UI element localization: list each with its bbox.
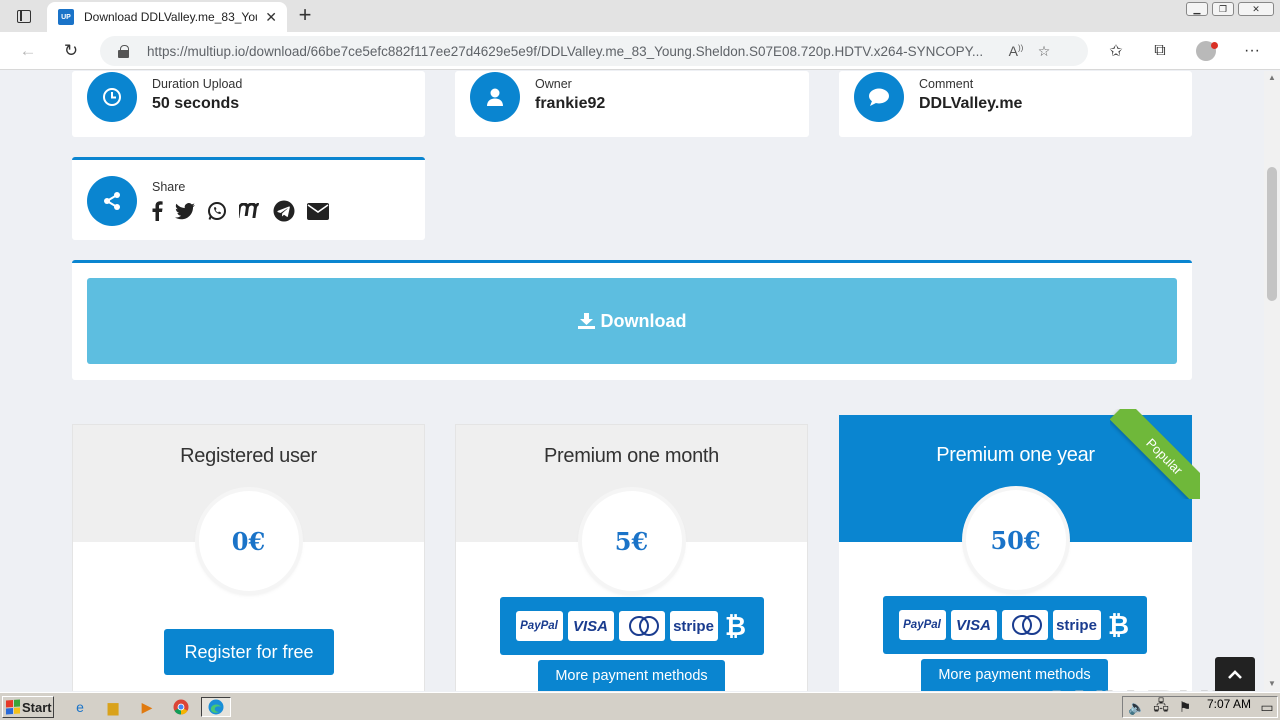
download-label: Download xyxy=(600,310,687,331)
mastercard-logo xyxy=(618,611,665,641)
popular-label: Popular xyxy=(1110,409,1200,499)
bitcoin-icon: ₿ xyxy=(724,610,747,641)
tab-title: Download DDLValley.me_83_Young.Sheldon.S… xyxy=(84,10,257,24)
comment-label: Comment xyxy=(919,77,974,91)
stripe-logo: stripe xyxy=(1052,610,1101,640)
download-card: Download xyxy=(72,260,1192,380)
chat-icon xyxy=(854,72,904,122)
volume-icon[interactable]: 🔈 xyxy=(1127,698,1147,716)
plan-price: 5€ xyxy=(581,491,682,591)
user-icon xyxy=(470,72,520,122)
paypal-logo: PayPal xyxy=(515,611,563,641)
mastercard-logo xyxy=(1001,610,1048,640)
email-icon[interactable] xyxy=(307,200,329,222)
refresh-icon[interactable]: ↻ xyxy=(58,39,84,63)
share-card: Share xyxy=(72,157,425,240)
owner-label: Owner xyxy=(535,77,572,91)
page-viewport: Duration Upload 50 seconds Owner frankie… xyxy=(0,71,1264,691)
owner-card: Owner frankie92 xyxy=(455,71,809,137)
network-icon[interactable]: 🖧 xyxy=(1151,697,1171,716)
system-tray: 🔈 🖧 ⚑ ▭ xyxy=(1122,696,1278,718)
scroll-to-top-button[interactable] xyxy=(1215,657,1255,691)
scroll-up-icon[interactable]: ▲ xyxy=(1264,71,1280,85)
download-button[interactable]: Download xyxy=(87,278,1177,364)
window-close-icon[interactable]: ✕ xyxy=(1238,2,1274,16)
page-scrollbar[interactable]: ▲ ▼ xyxy=(1264,71,1280,691)
back-icon[interactable]: ← xyxy=(15,39,41,63)
browser-nav-bar: ← ↻ https://multiup.io/download/66be7ce5… xyxy=(0,32,1280,70)
browser-tab-bar: UP Download DDLValley.me_83_Young.Sheldo… xyxy=(0,0,1280,32)
bitcoin-icon: ₿ xyxy=(1107,609,1130,640)
owner-value: frankie92 xyxy=(535,95,606,112)
twitter-icon[interactable] xyxy=(175,200,195,222)
register-button[interactable]: Register for free xyxy=(164,629,334,675)
plan-registered: Registered user 0€ Register for free xyxy=(72,424,425,691)
browser-tab[interactable]: UP Download DDLValley.me_83_Young.Sheldo… xyxy=(47,2,287,32)
start-button[interactable]: Start xyxy=(2,696,54,718)
collections-icon[interactable]: ⧉ xyxy=(1147,40,1173,62)
duration-value: 50 seconds xyxy=(152,95,240,112)
payment-button[interactable]: PayPal VISA stripe ₿ xyxy=(883,596,1147,654)
display-icon[interactable]: ▭ xyxy=(1257,698,1277,716)
profile-icon[interactable] xyxy=(1193,40,1219,62)
scroll-down-icon[interactable]: ▼ xyxy=(1264,677,1280,691)
plan-title: Premium one month xyxy=(544,445,719,467)
tab-actions-icon[interactable] xyxy=(8,6,40,26)
share-networks xyxy=(152,200,329,222)
lock-icon[interactable] xyxy=(118,44,129,58)
visa-logo: VISA xyxy=(950,610,997,640)
ie-icon[interactable]: e xyxy=(70,698,90,716)
taskbar: Start e ▆ ▶ 🔈 🖧 ⚑ ▭ 7:07 AM xyxy=(0,692,1280,720)
payment-button[interactable]: PayPal VISA stripe ₿ xyxy=(500,597,764,655)
plan-title: Registered user xyxy=(180,445,317,467)
plan-price: 50€ xyxy=(965,490,1066,590)
plus-icon[interactable]: + xyxy=(294,4,316,27)
minimize-icon[interactable]: ▁ xyxy=(1186,2,1208,16)
comment-value: DDLValley.me xyxy=(919,95,1023,112)
share-icon xyxy=(87,176,137,226)
share-label: Share xyxy=(152,180,186,194)
anyrun-watermark: ANY RUN xyxy=(1040,679,1243,691)
more-payment-methods-button[interactable]: More payment methods xyxy=(538,660,725,691)
windows-logo-icon xyxy=(6,699,20,715)
clock-icon xyxy=(87,72,137,122)
chevron-up-icon xyxy=(1228,670,1242,679)
favicon-icon: UP xyxy=(58,9,74,25)
duration-label: Duration Upload xyxy=(152,77,243,91)
stripe-logo: stripe xyxy=(669,611,718,641)
more-icon[interactable]: ··· xyxy=(1239,40,1265,62)
visa-logo: VISA xyxy=(567,611,614,641)
popular-ribbon: Popular xyxy=(1110,409,1200,499)
facebook-icon[interactable] xyxy=(152,200,163,222)
start-label: Start xyxy=(22,699,52,715)
media-player-icon[interactable]: ▶ xyxy=(137,698,157,716)
add-favorite-icon[interactable]: ☆ xyxy=(1030,43,1058,60)
mix-icon[interactable] xyxy=(239,200,261,222)
folder-icon[interactable]: ▆ xyxy=(103,698,123,716)
favorites-icon[interactable]: ✩ xyxy=(1103,40,1129,62)
whatsapp-icon[interactable] xyxy=(207,200,227,222)
plan-month: Premium one month 5€ PayPal VISA stripe … xyxy=(455,424,808,691)
edge-icon[interactable] xyxy=(201,697,231,717)
address-bar[interactable]: https://multiup.io/download/66be7ce5efc8… xyxy=(100,36,1088,66)
flag-icon[interactable]: ⚑ xyxy=(1175,698,1195,716)
close-icon[interactable]: ✕ xyxy=(263,9,279,26)
read-aloud-icon[interactable]: A)) xyxy=(1002,43,1030,59)
chrome-icon[interactable] xyxy=(171,698,191,716)
duration-card: Duration Upload 50 seconds xyxy=(72,71,425,137)
url-text[interactable]: https://multiup.io/download/66be7ce5efc8… xyxy=(147,44,1002,59)
telegram-icon[interactable] xyxy=(273,200,295,222)
scroll-thumb[interactable] xyxy=(1267,167,1277,301)
window-controls: ▁ ❐ ✕ xyxy=(1186,2,1274,16)
download-icon xyxy=(577,313,595,329)
restore-icon[interactable]: ❐ xyxy=(1212,2,1234,16)
paypal-logo: PayPal xyxy=(898,610,946,640)
plan-price: 0€ xyxy=(198,491,299,591)
comment-card: Comment DDLValley.me xyxy=(839,71,1192,137)
taskbar-clock: 7:07 AM xyxy=(1207,697,1252,711)
